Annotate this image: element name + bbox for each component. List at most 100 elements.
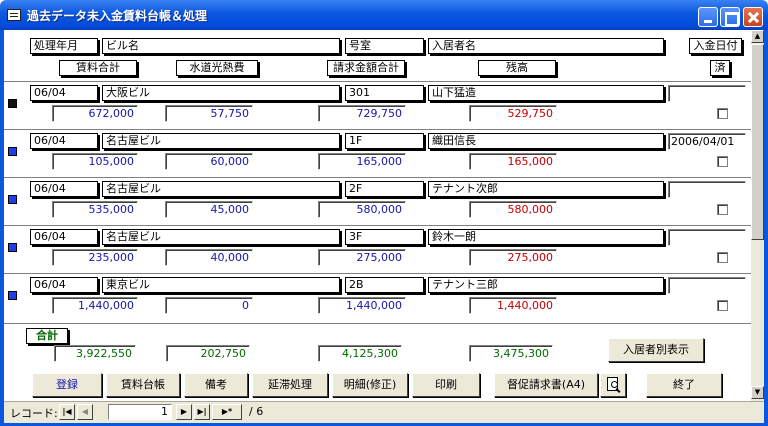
record-pay-date[interactable]	[668, 229, 746, 246]
late-processing-button[interactable]: 延滞処理	[252, 373, 328, 397]
form-icon[interactable]	[7, 9, 21, 21]
last-record-icon[interactable]: ▶|	[194, 404, 210, 420]
remarks-button[interactable]: 備考	[184, 373, 248, 397]
record-pay-date[interactable]	[668, 181, 746, 198]
record-rent[interactable]: 235,000	[52, 249, 138, 266]
record-billed[interactable]: 165,000	[318, 153, 406, 170]
record-done-checkbox[interactable]	[717, 156, 728, 167]
header-building: ビル名	[102, 38, 340, 54]
record-tenant[interactable]: テナント次郎	[428, 181, 664, 197]
scroll-down-arrow-icon[interactable]: ▼	[751, 386, 764, 399]
record-utility[interactable]: 60,000	[165, 153, 253, 170]
register-button[interactable]: 登録	[32, 373, 102, 397]
record-building[interactable]: 名古屋ビル	[102, 181, 340, 197]
record-selector[interactable]	[8, 291, 17, 300]
record-room[interactable]: 2B	[345, 277, 424, 293]
first-record-icon[interactable]: |◀	[59, 404, 75, 420]
record-balance[interactable]: 580,000	[469, 201, 557, 218]
current-record-input[interactable]: 1	[108, 404, 172, 420]
record-divider-highlight	[4, 226, 751, 227]
record-pay-date[interactable]	[668, 85, 746, 102]
record-balance[interactable]: 1,440,000	[469, 297, 557, 314]
record-count: / 6	[249, 405, 264, 418]
record-utility[interactable]: 0	[165, 297, 253, 314]
record-month[interactable]: 06/04	[30, 277, 98, 293]
record-building[interactable]: 名古屋ビル	[102, 133, 340, 149]
print-button[interactable]: 印刷	[412, 373, 480, 397]
record-pay-date[interactable]: 2006/04/01	[668, 133, 746, 150]
record-room[interactable]: 2F	[345, 181, 424, 197]
close-button[interactable]	[743, 7, 763, 27]
window-title: 過去データ未入金賃料台帳＆処理	[27, 9, 208, 23]
scrollbar-thumb[interactable]	[751, 44, 764, 240]
prev-record-icon[interactable]: ◀	[77, 404, 93, 420]
record-month[interactable]: 06/04	[30, 133, 98, 149]
maximize-button[interactable]	[720, 7, 740, 27]
record-room[interactable]: 3F	[345, 229, 424, 245]
record-month[interactable]: 06/04	[30, 229, 98, 245]
record-rent[interactable]: 105,000	[52, 153, 138, 170]
record-tenant[interactable]: 織田信長	[428, 133, 664, 149]
record-selector[interactable]	[8, 147, 17, 156]
record-selector[interactable]	[8, 195, 17, 204]
new-record-icon[interactable]: ▶*	[212, 404, 242, 420]
record-billed[interactable]: 729,750	[318, 105, 406, 122]
record-divider-highlight	[4, 82, 751, 83]
record-billed[interactable]: 1,440,000	[318, 297, 406, 314]
record-building[interactable]: 大阪ビル	[102, 85, 340, 101]
record-billed[interactable]: 580,000	[318, 201, 406, 218]
record-selector[interactable]	[8, 243, 17, 252]
header-billed-total: 請求金額合計	[327, 60, 405, 76]
record-month[interactable]: 06/04	[30, 181, 98, 197]
record-billed[interactable]: 275,000	[318, 249, 406, 266]
record-done-checkbox[interactable]	[717, 300, 728, 311]
detail-edit-button[interactable]: 明細(修正)	[332, 373, 408, 397]
record-selector[interactable]	[8, 99, 17, 108]
record-divider-highlight	[4, 178, 751, 179]
magnifier-handle-icon	[615, 388, 621, 393]
record-month[interactable]: 06/04	[30, 85, 98, 101]
record-done-checkbox[interactable]	[717, 252, 728, 263]
exit-button[interactable]: 終了	[646, 373, 722, 397]
total-billed-field[interactable]: 4,125,300	[318, 345, 402, 362]
next-record-icon[interactable]: ▶	[176, 404, 192, 420]
record-utility[interactable]: 40,000	[165, 249, 253, 266]
record-utility[interactable]: 45,000	[165, 201, 253, 218]
scroll-up-arrow-icon[interactable]: ▲	[751, 30, 764, 43]
print-preview-button[interactable]	[600, 373, 626, 397]
record-divider-highlight	[4, 130, 751, 131]
minimize-button[interactable]	[698, 7, 718, 27]
record-building[interactable]: 名古屋ビル	[102, 229, 340, 245]
total-balance-field[interactable]: 3,475,300	[469, 345, 553, 362]
record-done-checkbox[interactable]	[717, 108, 728, 119]
total-utility-field[interactable]: 202,750	[166, 345, 250, 362]
record-utility[interactable]: 57,750	[165, 105, 253, 122]
record-balance[interactable]: 165,000	[469, 153, 557, 170]
record-pay-date[interactable]	[668, 277, 746, 294]
record-rent[interactable]: 535,000	[52, 201, 138, 218]
record-tenant[interactable]: 山下猛造	[428, 85, 664, 101]
header-done: 済	[710, 60, 730, 76]
record-balance[interactable]: 529,750	[469, 105, 557, 122]
record-room[interactable]: 1F	[345, 133, 424, 149]
header-pay-date: 入金日付	[689, 38, 742, 54]
record-divider	[4, 323, 751, 324]
magnifier-icon	[611, 381, 618, 388]
by-tenant-button[interactable]: 入居者別表示	[608, 338, 704, 362]
record-done-checkbox[interactable]	[717, 204, 728, 215]
record-label: レコード:	[10, 407, 58, 420]
header-rent-total: 賃料合計	[59, 60, 137, 76]
header-room: 号室	[345, 38, 424, 54]
record-rent[interactable]: 672,000	[52, 105, 138, 122]
record-room[interactable]: 301	[345, 85, 424, 101]
total-rent-field[interactable]: 3,922,550	[54, 345, 136, 362]
header-utility: 水道光熱費	[176, 60, 258, 76]
record-rent[interactable]: 1,440,000	[52, 297, 138, 314]
rent-ledger-button[interactable]: 賃料台帳	[106, 373, 180, 397]
record-tenant[interactable]: テナント三郎	[428, 277, 664, 293]
record-building[interactable]: 東京ビル	[102, 277, 340, 293]
record-tenant[interactable]: 鈴木一朗	[428, 229, 664, 245]
totals-label: 合計	[26, 328, 68, 344]
record-balance[interactable]: 275,000	[469, 249, 557, 266]
reminder-invoice-button[interactable]: 督促請求書(A4)	[494, 373, 598, 397]
